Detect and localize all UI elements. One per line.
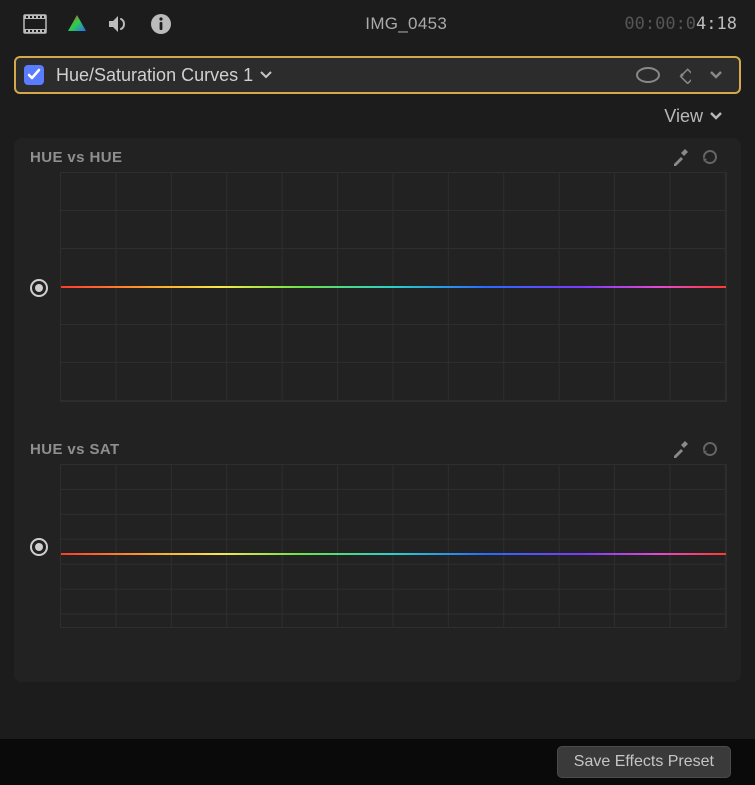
keyframe-icon[interactable] (665, 61, 699, 89)
view-menu[interactable]: View (0, 94, 755, 138)
curve-title: HUE vs SAT (30, 441, 120, 458)
eyedropper-icon[interactable] (667, 145, 695, 169)
ellipse-mask-icon[interactable] (631, 61, 665, 89)
spectrum-line[interactable] (61, 286, 726, 288)
save-effects-preset-button[interactable]: Save Effects Preset (557, 746, 731, 778)
effect-menu-chevron[interactable] (699, 61, 733, 89)
timecode: 00:00:04:18 (624, 14, 737, 34)
rgb-triangle-icon[interactable] (62, 9, 92, 39)
curve-block-hue-vs-sat: HUE vs SAT (26, 438, 727, 628)
info-icon[interactable] (146, 9, 176, 39)
effect-bar[interactable]: Hue/Saturation Curves 1 (14, 56, 741, 94)
eyedropper-icon[interactable] (667, 437, 695, 461)
chevron-down-icon (709, 111, 723, 121)
enable-checkbox[interactable] (24, 65, 44, 85)
view-label: View (664, 106, 703, 127)
reset-icon[interactable] (695, 145, 723, 169)
clip-title: IMG_0453 (188, 14, 624, 34)
curve-grid-hue-vs-hue[interactable] (60, 172, 727, 402)
curve-grid-hue-vs-sat[interactable] (60, 464, 727, 628)
chevron-down-icon[interactable] (259, 70, 273, 80)
curve-target-radio[interactable] (30, 538, 48, 556)
curve-title: HUE vs HUE (30, 149, 122, 166)
curve-block-hue-vs-hue: HUE vs HUE (26, 146, 727, 402)
inspector-toolbar: IMG_0453 00:00:04:18 (0, 0, 755, 48)
reset-icon[interactable] (695, 437, 723, 461)
footer-bar: Save Effects Preset (0, 739, 755, 785)
effect-header: Hue/Saturation Curves 1 (0, 48, 755, 94)
filmstrip-icon[interactable] (20, 9, 50, 39)
spectrum-line[interactable] (61, 553, 726, 555)
curves-panel: HUE vs HUE HUE vs SAT (14, 138, 741, 682)
volume-icon[interactable] (104, 9, 134, 39)
curve-target-radio[interactable] (30, 279, 48, 297)
effect-name[interactable]: Hue/Saturation Curves 1 (56, 65, 253, 86)
